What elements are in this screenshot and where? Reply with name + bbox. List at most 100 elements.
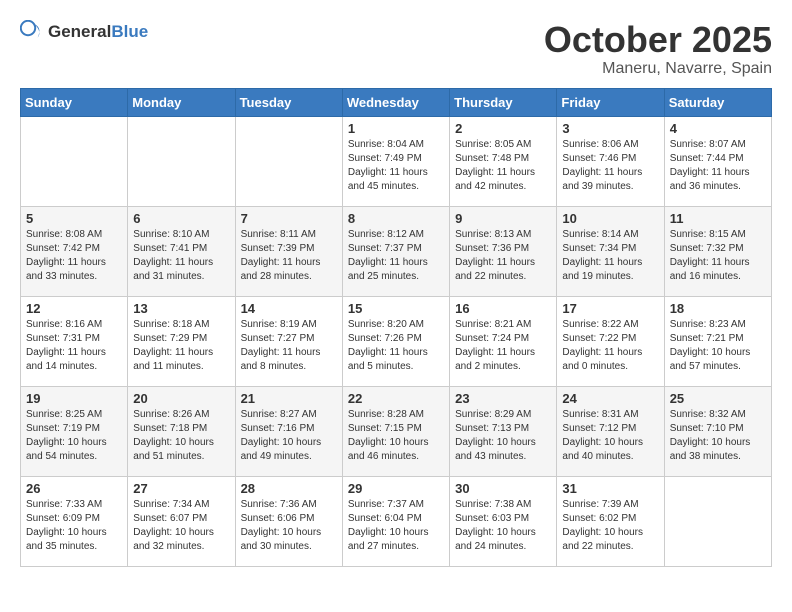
week-row-5: 26Sunrise: 7:33 AM Sunset: 6:09 PM Dayli… [21,476,772,566]
day-number: 15 [348,301,444,316]
day-number: 25 [670,391,766,406]
day-info: Sunrise: 8:04 AM Sunset: 7:49 PM Dayligh… [348,138,444,194]
day-info: Sunrise: 8:18 AM Sunset: 7:29 PM Dayligh… [133,318,229,374]
calendar-cell [235,116,342,206]
day-number: 6 [133,211,229,226]
day-info: Sunrise: 8:21 AM Sunset: 7:24 PM Dayligh… [455,318,551,374]
header-day-tuesday: Tuesday [235,88,342,116]
day-number: 23 [455,391,551,406]
header-day-friday: Friday [557,88,664,116]
day-number: 11 [670,211,766,226]
header-day-saturday: Saturday [664,88,771,116]
day-number: 1 [348,121,444,136]
calendar-table: SundayMondayTuesdayWednesdayThursdayFrid… [20,88,772,567]
calendar-cell [128,116,235,206]
day-number: 19 [26,391,122,406]
day-info: Sunrise: 8:11 AM Sunset: 7:39 PM Dayligh… [241,228,337,284]
week-row-2: 5Sunrise: 8:08 AM Sunset: 7:42 PM Daylig… [21,206,772,296]
calendar-cell: 7 Sunrise: 8:11 AM Sunset: 7:39 PM Daylig… [235,206,342,296]
day-info: Sunrise: 8:12 AM Sunset: 7:37 PM Dayligh… [348,228,444,284]
calendar-cell: 28Sunrise: 7:36 AM Sunset: 6:06 PM Dayli… [235,476,342,566]
calendar-cell: 26Sunrise: 7:33 AM Sunset: 6:09 PM Dayli… [21,476,128,566]
week-row-4: 19 Sunrise: 8:25 AM Sunset: 7:19 PM Dayli… [21,386,772,476]
day-number: 2 [455,121,551,136]
calendar-cell: 2 Sunrise: 8:05 AM Sunset: 7:48 PM Daylig… [450,116,557,206]
day-info: Sunrise: 7:34 AM Sunset: 6:07 PM Dayligh… [133,498,229,554]
header-day-monday: Monday [128,88,235,116]
day-number: 8 [348,211,444,226]
day-number: 12 [26,301,122,316]
day-number: 31 [562,481,658,496]
calendar-cell: 12 Sunrise: 8:16 AM Sunset: 7:31 PM Dayli… [21,296,128,386]
day-info: Sunrise: 8:26 AM Sunset: 7:18 PM Dayligh… [133,408,229,464]
day-info: Sunrise: 8:32 AM Sunset: 7:10 PM Dayligh… [670,408,766,464]
day-number: 7 [241,211,337,226]
day-number: 13 [133,301,229,316]
day-info: Sunrise: 7:39 AM Sunset: 6:02 PM Dayligh… [562,498,658,554]
calendar-cell: 3Sunrise: 8:06 AM Sunset: 7:46 PM Daylig… [557,116,664,206]
day-info: Sunrise: 8:08 AM Sunset: 7:42 PM Dayligh… [26,228,122,284]
logo: GeneralBlue [20,20,148,44]
day-number: 10 [562,211,658,226]
day-info: Sunrise: 7:38 AM Sunset: 6:03 PM Dayligh… [455,498,551,554]
week-row-3: 12 Sunrise: 8:16 AM Sunset: 7:31 PM Dayli… [21,296,772,386]
day-info: Sunrise: 8:14 AM Sunset: 7:34 PM Dayligh… [562,228,658,284]
day-info: Sunrise: 8:28 AM Sunset: 7:15 PM Dayligh… [348,408,444,464]
day-info: Sunrise: 8:20 AM Sunset: 7:26 PM Dayligh… [348,318,444,374]
calendar-cell: 24 Sunrise: 8:31 AM Sunset: 7:12 PM Dayli… [557,386,664,476]
calendar-cell: 10 Sunrise: 8:14 AM Sunset: 7:34 PM Dayli… [557,206,664,296]
calendar-cell: 1 Sunrise: 8:04 AM Sunset: 7:49 PM Daylig… [342,116,449,206]
calendar-cell [664,476,771,566]
day-number: 26 [26,481,122,496]
calendar-cell: 16 Sunrise: 8:21 AM Sunset: 7:24 PM Dayli… [450,296,557,386]
day-number: 16 [455,301,551,316]
day-info: Sunrise: 8:23 AM Sunset: 7:21 PM Dayligh… [670,318,766,374]
day-info: Sunrise: 8:29 AM Sunset: 7:13 PM Dayligh… [455,408,551,464]
calendar-title: October 2025 [544,20,772,60]
calendar-cell [21,116,128,206]
calendar-cell: 31 Sunrise: 7:39 AM Sunset: 6:02 PM Dayli… [557,476,664,566]
day-info: Sunrise: 8:31 AM Sunset: 7:12 PM Dayligh… [562,408,658,464]
day-number: 24 [562,391,658,406]
header: GeneralBlue October 2025 Maneru, Navarre… [20,20,772,78]
calendar-cell: 11 Sunrise: 8:15 AM Sunset: 7:32 PM Dayli… [664,206,771,296]
header-day-wednesday: Wednesday [342,88,449,116]
calendar-cell: 27 Sunrise: 7:34 AM Sunset: 6:07 PM Dayli… [128,476,235,566]
logo-icon [20,20,44,44]
header-row: SundayMondayTuesdayWednesdayThursdayFrid… [21,88,772,116]
day-info: Sunrise: 8:22 AM Sunset: 7:22 PM Dayligh… [562,318,658,374]
calendar-cell: 23 Sunrise: 8:29 AM Sunset: 7:13 PM Dayli… [450,386,557,476]
calendar-cell: 9Sunrise: 8:13 AM Sunset: 7:36 PM Daylig… [450,206,557,296]
calendar-subtitle: Maneru, Navarre, Spain [544,60,772,78]
title-area: October 2025 Maneru, Navarre, Spain [544,20,772,78]
calendar-cell: 19 Sunrise: 8:25 AM Sunset: 7:19 PM Dayli… [21,386,128,476]
calendar-cell: 5Sunrise: 8:08 AM Sunset: 7:42 PM Daylig… [21,206,128,296]
day-info: Sunrise: 8:10 AM Sunset: 7:41 PM Dayligh… [133,228,229,284]
calendar-cell: 8 Sunrise: 8:12 AM Sunset: 7:37 PM Daylig… [342,206,449,296]
calendar-cell: 18 Sunrise: 8:23 AM Sunset: 7:21 PM Dayli… [664,296,771,386]
calendar-cell: 30 Sunrise: 7:38 AM Sunset: 6:03 PM Dayli… [450,476,557,566]
day-number: 27 [133,481,229,496]
day-info: Sunrise: 7:37 AM Sunset: 6:04 PM Dayligh… [348,498,444,554]
day-number: 18 [670,301,766,316]
day-info: Sunrise: 8:15 AM Sunset: 7:32 PM Dayligh… [670,228,766,284]
day-number: 14 [241,301,337,316]
day-number: 21 [241,391,337,406]
day-info: Sunrise: 8:05 AM Sunset: 7:48 PM Dayligh… [455,138,551,194]
header-day-sunday: Sunday [21,88,128,116]
day-number: 9 [455,211,551,226]
day-number: 30 [455,481,551,496]
calendar-cell: 14 Sunrise: 8:19 AM Sunset: 7:27 PM Dayli… [235,296,342,386]
day-info: Sunrise: 8:16 AM Sunset: 7:31 PM Dayligh… [26,318,122,374]
header-day-thursday: Thursday [450,88,557,116]
calendar-cell: 13 Sunrise: 8:18 AM Sunset: 7:29 PM Dayli… [128,296,235,386]
logo-general: GeneralBlue [48,22,148,42]
calendar-cell: 6 Sunrise: 8:10 AM Sunset: 7:41 PM Daylig… [128,206,235,296]
calendar-cell: 29Sunrise: 7:37 AM Sunset: 6:04 PM Dayli… [342,476,449,566]
calendar-cell: 25 Sunrise: 8:32 AM Sunset: 7:10 PM Dayli… [664,386,771,476]
week-row-1: 1 Sunrise: 8:04 AM Sunset: 7:49 PM Daylig… [21,116,772,206]
day-info: Sunrise: 8:19 AM Sunset: 7:27 PM Dayligh… [241,318,337,374]
calendar-cell: 21Sunrise: 8:27 AM Sunset: 7:16 PM Dayli… [235,386,342,476]
day-info: Sunrise: 8:25 AM Sunset: 7:19 PM Dayligh… [26,408,122,464]
calendar-cell: 22Sunrise: 8:28 AM Sunset: 7:15 PM Dayli… [342,386,449,476]
